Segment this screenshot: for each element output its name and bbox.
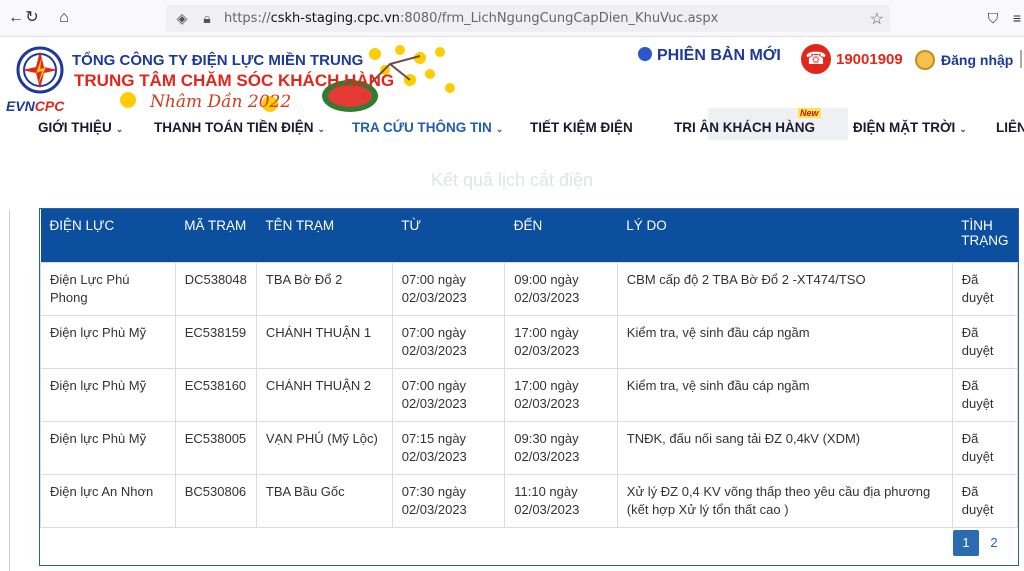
chevron-down-icon: ⌄ (115, 124, 124, 134)
column-header: TÌNH TRẠNG (961, 218, 1009, 248)
menu-item-tri-an[interactable]: TRI ÂN KHÁCH HÀNG (674, 120, 815, 135)
table-cell: Điện lực Phù Mỹ (40, 367, 176, 422)
outage-table-container: ĐIỆN LỰC MÃ TRẠM TÊN TRẠM TỪ ĐẾN LÝ DO T… (39, 208, 1019, 566)
menu-item-gioi-thieu[interactable]: GIỚI THIỆU ⌄ (38, 120, 123, 135)
table-cell: 17:00 ngày 02/03/2023 (504, 314, 618, 369)
table-cell: 07:15 ngày 02/03/2023 (391, 420, 506, 475)
menu-item-tra-cuu[interactable]: TRA CỨU THÔNG TIN ⌄ (352, 120, 503, 135)
table-cell: CBM cấp độ 2 TBA Bờ Đổ 2 -XT474/TSO (616, 261, 953, 316)
chevron-down-icon: ⌄ (317, 124, 326, 134)
table-cell: Đã duyệt (951, 473, 1019, 528)
menu-item-tiet-kiem[interactable]: TIẾT KIỆM ĐIỆN (530, 120, 633, 135)
table-cell: Điện lực An Nhơn (40, 473, 176, 528)
pocket-icon[interactable]: ⛉ (984, 9, 1002, 27)
table-cell: 09:30 ngày 02/03/2023 (504, 420, 618, 475)
tet-greeting: Nhâm Dần 2022 (150, 92, 292, 112)
result-title: Kết quả lịch cắt điện (430, 170, 594, 190)
page-button-2[interactable]: 2 (981, 530, 1007, 556)
globe-icon (638, 47, 652, 61)
outage-table: ĐIỆN LỰC MÃ TRẠM TÊN TRẠM TỪ ĐẾN LÝ DO T… (40, 209, 1019, 528)
table-cell: 07:00 ngày 02/03/2023 (391, 367, 506, 422)
bookmark-star-icon[interactable]: ☆ (870, 9, 884, 29)
table-cell: 11:10 ngày 02/03/2023 (504, 473, 618, 528)
chevron-down-icon: ⌄ (495, 124, 504, 134)
table-cell: TBA Bầu Gốc (255, 473, 393, 528)
table-header-row: ĐIỆN LỰC MÃ TRẠM TÊN TRẠM TỪ ĐẾN LÝ DO T… (40, 209, 1018, 262)
lock-icon[interactable]: 🔒︎ (199, 10, 215, 26)
table-cell: Kiểm tra, vệ sinh đầu cáp ngầm (616, 367, 953, 422)
menu-item-dien-mat-troi[interactable]: ĐIỆN MẶT TRỜI ⌄ (853, 120, 967, 135)
column-header: TÊN TRẠM (265, 218, 335, 233)
reload-icon[interactable]: ↻ (22, 8, 42, 28)
column-header: MÃ TRẠM (184, 218, 247, 233)
new-badge: New (798, 108, 821, 118)
table-cell: EC538159 (174, 314, 257, 369)
column-header: TỪ (401, 218, 421, 233)
table-row: Điện lực Phù Mỹ EC538160 CHÁNH THUẬN 2 0… (40, 367, 1019, 422)
table-cell: BC530806 (174, 473, 257, 528)
table-cell: 07:30 ngày 02/03/2023 (391, 473, 506, 528)
table-cell: TBA Bờ Đổ 2 (255, 261, 393, 316)
phone-icon: ☎ (801, 44, 831, 74)
table-cell: Điện Lực Phú Phong (40, 261, 176, 316)
shield-icon[interactable]: ◈ (174, 10, 190, 26)
browser-toolbar: ← ↻ ⌂ ◈ 🔒︎ https://cskh-staging.cpc.vn:8… (0, 0, 1024, 37)
table-row: Điện lực An Nhơn BC530806 TBA Bầu Gốc 07… (40, 473, 1019, 528)
menu-icon[interactable]: ≡ (1008, 9, 1024, 27)
table-cell: 17:00 ngày 02/03/2023 (504, 367, 618, 422)
column-header: ĐIỆN LỰC (49, 218, 115, 233)
table-cell: Đã duyệt (951, 314, 1019, 369)
table-row: Điện lực Phù Mỹ EC538005 VẠN PHÚ (Mỹ Lộc… (40, 420, 1019, 475)
org-name-line2: TRUNG TÂM CHĂM SÓC KHÁCH HÀNG (74, 71, 395, 90)
panel-border (9, 210, 10, 571)
table-row: Điện lực Phù Mỹ EC538159 CHÁNH THUẬN 1 0… (40, 314, 1019, 369)
address-bar[interactable]: ◈ 🔒︎ https://cskh-staging.cpc.vn:8080/fr… (166, 5, 890, 32)
column-header: ĐẾN (513, 218, 543, 233)
table-cell: Điện lực Phù Mỹ (40, 314, 176, 369)
table-cell: 09:00 ngày 02/03/2023 (504, 261, 618, 316)
table-cell: VẠN PHÚ (Mỹ Lộc) (255, 420, 393, 475)
hotline-number[interactable]: 19001909 (836, 51, 903, 68)
table-cell: TNĐK, đấu nối sang tải ĐZ 0,4kV (XDM) (616, 420, 953, 475)
table-cell: CHÁNH THUẬN 1 (255, 314, 393, 369)
table-cell: Kiểm tra, vệ sinh đầu cáp ngầm (616, 314, 953, 369)
menu-item-thanh-toan[interactable]: THANH TOÁN TIỀN ĐIỆN ⌄ (154, 120, 325, 135)
table-cell: Điện lực Phù Mỹ (40, 420, 176, 475)
table-cell: DC538048 (174, 261, 257, 316)
main-menu: GIỚI THIỆU ⌄ THANH TOÁN TIỀN ĐIỆN ⌄ TRA CỨ… (0, 112, 1024, 146)
evn-logo-icon[interactable] (16, 45, 64, 95)
menu-item-lien-he[interactable]: LIÊN (996, 120, 1024, 135)
org-name-line1: TỔNG CÔNG TY ĐIỆN LỰC MIỀN TRUNG (72, 52, 364, 69)
table-cell: Đã duyệt (951, 420, 1019, 475)
table-cell: EC538160 (174, 367, 257, 422)
divider (1020, 50, 1022, 68)
page-button-1[interactable]: 1 (953, 530, 979, 556)
home-icon[interactable]: ⌂ (54, 8, 74, 28)
chevron-down-icon: ⌄ (959, 124, 967, 134)
url-text: https://cskh-staging.cpc.vn:8080/frm_Lic… (224, 11, 719, 26)
user-avatar-icon (915, 50, 935, 70)
table-cell: Đã duyệt (951, 261, 1019, 316)
column-header: LÝ DO (626, 218, 667, 233)
table-cell: CHÁNH THUẬN 2 (255, 367, 393, 422)
table-cell: 07:00 ngày 02/03/2023 (391, 314, 506, 369)
table-row: Điện Lực Phú Phong DC538048 TBA Bờ Đổ 2 … (40, 261, 1019, 316)
table-cell: Xử lý ĐZ 0,4 KV võng thấp theo yêu cầu đ… (616, 473, 953, 528)
login-link[interactable]: Đăng nhập (941, 52, 1013, 68)
table-cell: EC538005 (174, 420, 257, 475)
table-cell: 07:00 ngày 02/03/2023 (391, 261, 506, 316)
table-cell: Đã duyệt (951, 367, 1019, 422)
new-version-link[interactable]: PHIÊN BẢN MỚI (638, 47, 781, 65)
